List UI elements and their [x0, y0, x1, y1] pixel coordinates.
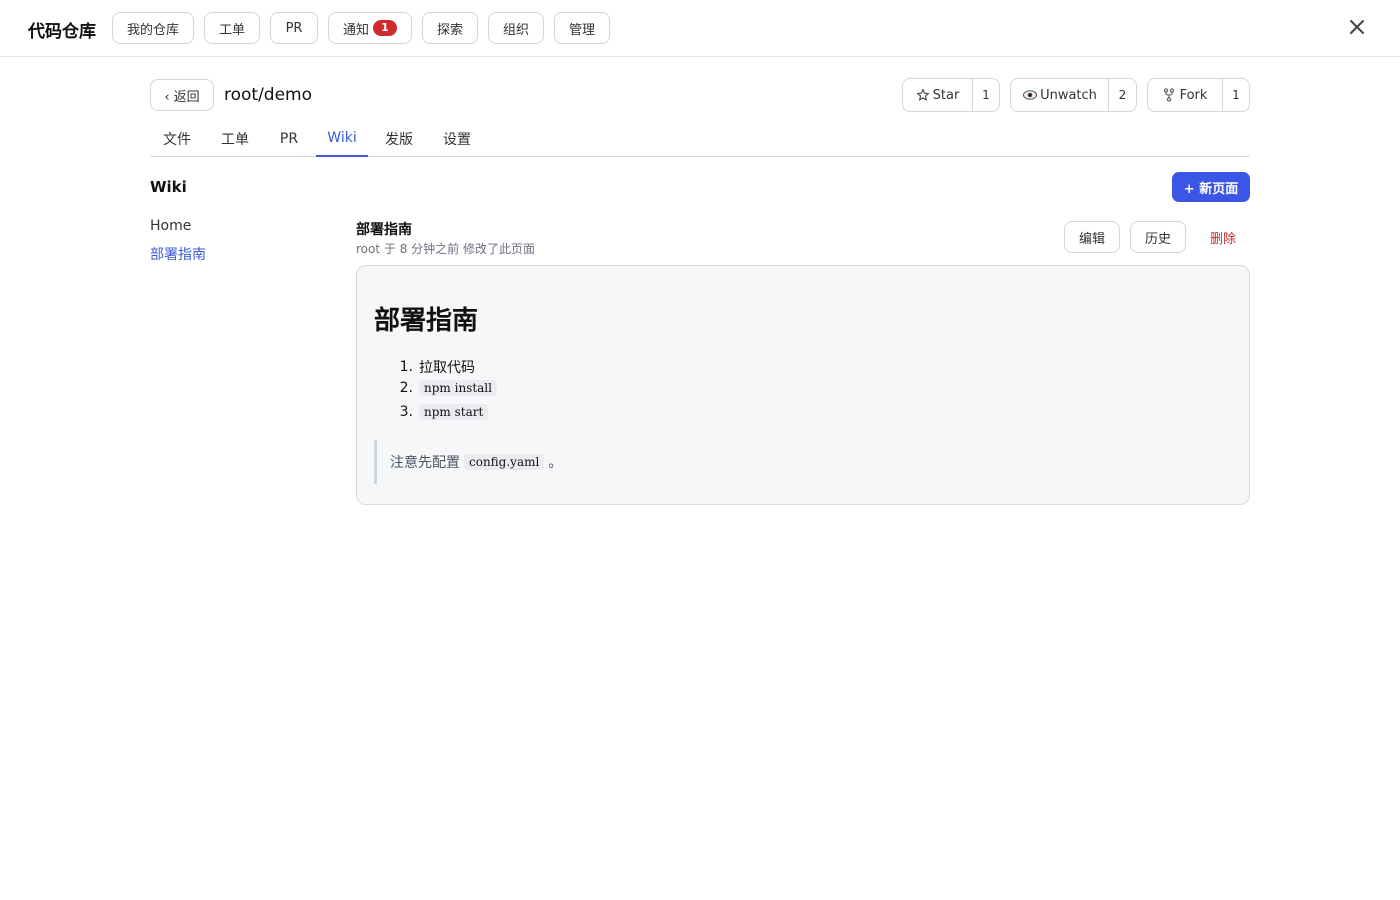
page-title: 部署指南 [356, 222, 412, 238]
back-button[interactable]: ‹ 返回 [150, 79, 214, 111]
nav-issues-button[interactable]: 工单 [204, 12, 260, 44]
star-icon [916, 88, 930, 102]
star-button-group: Star 1 [902, 78, 1000, 112]
fork-button[interactable]: Fork [1148, 79, 1223, 111]
nav-admin-button[interactable]: 管理 [554, 12, 610, 44]
inline-code: npm start [419, 404, 489, 420]
wiki-sidebar-item-home[interactable]: Home [150, 218, 191, 234]
nav-notifications-button[interactable]: 通知 1 [328, 12, 412, 44]
nav-pr-button[interactable]: PR [270, 12, 318, 44]
new-page-button[interactable]: + 新页面 [1172, 172, 1250, 202]
unwatch-button[interactable]: Unwatch [1011, 79, 1109, 111]
eye-icon [1022, 88, 1038, 102]
inline-code: config.yaml [464, 454, 545, 470]
list-item: 3. npm start [397, 404, 489, 420]
blockquote-note: 注意先配置 config.yaml 。 [374, 440, 674, 484]
wiki-content: 部署指南 1. 拉取代码 2. npm install 3. npm start… [356, 265, 1250, 505]
tab-files[interactable]: 文件 [150, 120, 204, 157]
wiki-section-title: Wiki [150, 178, 187, 196]
wiki-sidebar-item-deploy-guide[interactable]: 部署指南 [150, 244, 206, 264]
list-item: 1. 拉取代码 [399, 359, 475, 376]
nav-my-repos-button[interactable]: 我的仓库 [112, 12, 194, 44]
watch-count[interactable]: 2 [1109, 79, 1136, 111]
tab-issues[interactable]: 工单 [208, 120, 262, 157]
history-button[interactable]: 历史 [1130, 221, 1186, 253]
nav-explore-button[interactable]: 探索 [422, 12, 478, 44]
watch-button-group: Unwatch 2 [1010, 78, 1137, 112]
close-icon[interactable] [1344, 14, 1370, 40]
repo-tabs: 文件 工单 PR Wiki 发版 设置 [150, 120, 1250, 157]
delete-button[interactable]: 删除 [1196, 221, 1250, 253]
inline-code: npm install [419, 380, 497, 396]
tab-pr[interactable]: PR [266, 120, 312, 157]
tab-releases[interactable]: 发版 [372, 120, 426, 157]
star-count[interactable]: 1 [973, 79, 999, 111]
notification-count-badge: 1 [373, 20, 397, 36]
top-navbar: 代码仓库 我的仓库 工单 PR 通知 1 探索 组织 管理 [0, 0, 1400, 57]
edit-button[interactable]: 编辑 [1064, 221, 1120, 253]
app-brand[interactable]: 代码仓库 [28, 17, 96, 42]
fork-button-group: Fork 1 [1147, 78, 1250, 112]
fork-icon [1163, 88, 1175, 102]
list-item: 2. npm install [397, 380, 497, 396]
nav-orgs-button[interactable]: 组织 [488, 12, 544, 44]
tab-settings[interactable]: 设置 [430, 120, 484, 157]
star-button[interactable]: Star [903, 79, 973, 111]
content-heading: 部署指南 [374, 306, 479, 336]
fork-count[interactable]: 1 [1223, 79, 1249, 111]
tab-wiki[interactable]: Wiki [316, 120, 368, 157]
repo-name: root/demo [224, 85, 313, 105]
page-meta: root 于 8 分钟之前 修改了此页面 [356, 242, 535, 256]
